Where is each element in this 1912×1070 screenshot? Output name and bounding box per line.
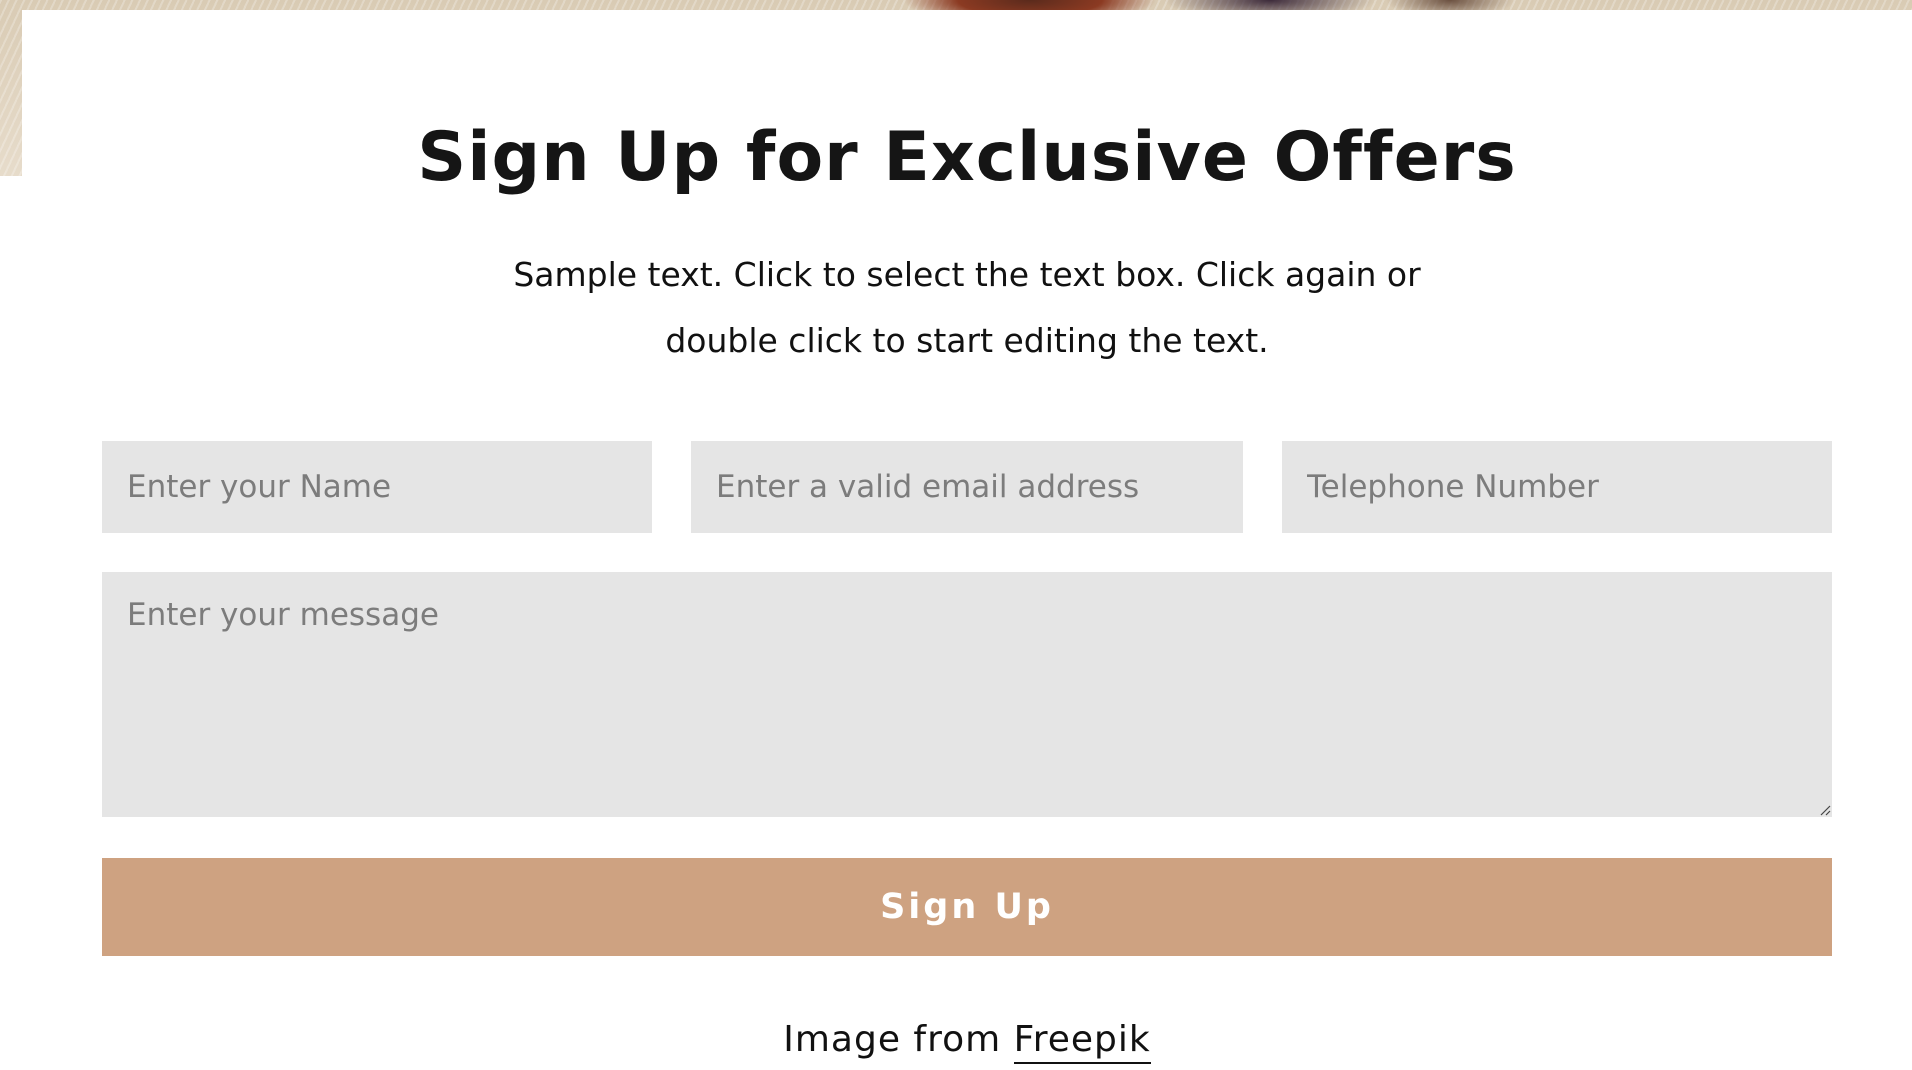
image-credit: Image from Freepik: [22, 1010, 1912, 1070]
phone-input[interactable]: [1282, 441, 1832, 533]
freepik-link[interactable]: Freepik: [1013, 1019, 1151, 1064]
form-description-line1: Sample text. Click to select the text bo…: [513, 255, 1421, 294]
name-input[interactable]: [102, 441, 652, 533]
page-title: Sign Up for Exclusive Offers: [417, 118, 1517, 197]
form-description: Sample text. Click to select the text bo…: [22, 242, 1912, 374]
signup-section: Sign Up for Exclusive Offers Sample text…: [22, 10, 1912, 1068]
form-description-line2: double click to start editing the text.: [665, 321, 1269, 360]
resize-handle-icon[interactable]: [1819, 804, 1831, 816]
message-textarea[interactable]: [102, 572, 1832, 817]
credit-prefix: Image from: [783, 1019, 1002, 1060]
email-input[interactable]: [691, 441, 1243, 533]
sign-up-button[interactable]: Sign Up: [102, 858, 1832, 956]
